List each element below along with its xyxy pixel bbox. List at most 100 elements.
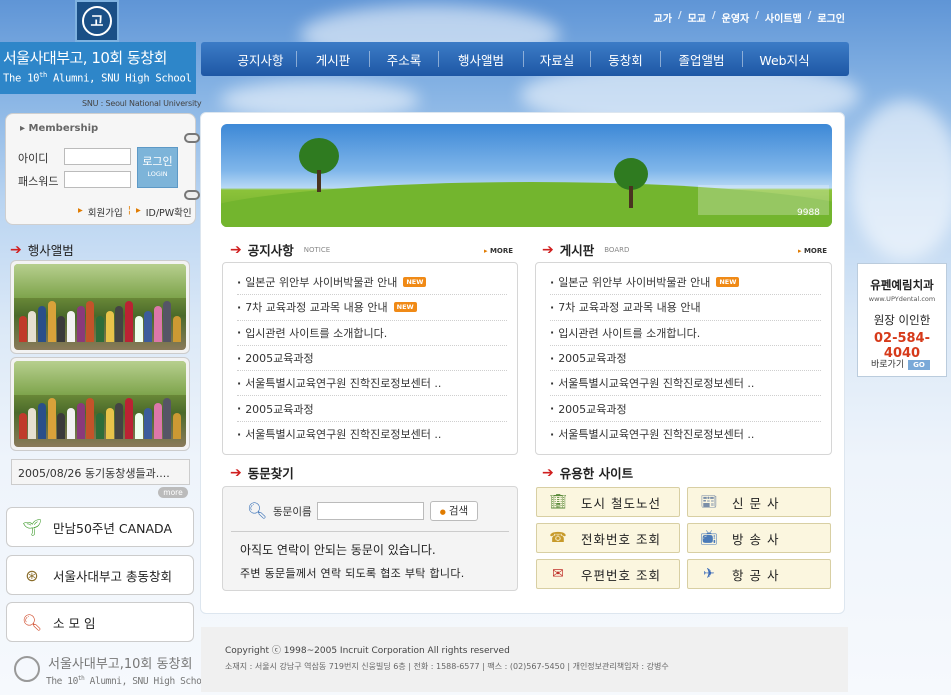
search-button[interactable]: 검색 (430, 501, 478, 521)
site-link-label: 도시 철도노선 (581, 495, 661, 511)
clip-decoration (184, 190, 200, 200)
list-item-title: 입시관련 사이트를 소개합니다. (245, 326, 388, 340)
util-link[interactable]: 교가 (654, 10, 672, 25)
ad-go-link[interactable]: 바로가기 GO (871, 357, 930, 370)
list-item-title: 2005교육과정 (558, 402, 627, 416)
alumni-name-label: 동문이름 (273, 506, 312, 518)
nav-item[interactable]: 자료실 (524, 50, 590, 69)
nav-item[interactable]: 졸업앨범 (661, 50, 742, 69)
password-input[interactable] (64, 171, 131, 188)
notice-heading: ➔ 공지사항 NOTICE (230, 241, 331, 259)
nav-item[interactable]: Web지식 (743, 50, 826, 69)
list-item[interactable]: 7차 교육과정 교과목 내용 안내 NEW (237, 295, 507, 321)
broadcast-icon: 📺︎ (700, 530, 718, 546)
tree-decoration (299, 138, 339, 192)
list-item[interactable]: 2005교육과정 (237, 396, 507, 422)
site-link-label: 전화번호 조회 (581, 531, 661, 547)
nav-item[interactable]: 동창회 (591, 50, 660, 69)
site-link-button[interactable]: ☎ 전화번호 조회 (536, 523, 680, 553)
list-item[interactable]: 2005교육과정 (550, 346, 821, 372)
find-message-2: 주변 동문들께서 연락 되도록 협조 부탁 합니다. (240, 567, 465, 580)
album-photo-1[interactable] (10, 260, 190, 354)
separator: / (712, 10, 716, 21)
login-links: ▸ 회원가입 ¦ ▸ ID/PW확인 (78, 205, 192, 219)
nav-item[interactable]: 행사앨범 (439, 50, 523, 69)
list-item[interactable]: 일본군 위안부 사이버박물관 안내 NEW (550, 270, 821, 296)
useful-sites-heading: ➔ 유용한 사이트 (542, 464, 634, 482)
site-link-label: 신 문 사 (732, 495, 780, 511)
nav-item[interactable]: 게시판 (297, 50, 369, 69)
nav-item[interactable]: 주소록 (370, 50, 438, 69)
school-emblem-logo[interactable]: 고 (75, 0, 119, 42)
board-list: 일본군 위안부 사이버박물관 안내 NEW 7차 교육과정 교과목 내용 안내입시관… (535, 262, 832, 455)
membership-heading: ▸ Membership (20, 123, 99, 134)
album-more-button[interactable]: more (158, 487, 188, 498)
list-item[interactable]: 일본군 위안부 사이버박물관 안내 NEW (237, 270, 507, 296)
airplane-icon: ✈ (703, 566, 715, 582)
list-item[interactable]: 7차 교육과정 교과목 내용 안내 (550, 295, 821, 321)
list-item[interactable]: 입시관련 사이트를 소개합니다. (550, 321, 821, 346)
board-more-link[interactable]: MORE (798, 247, 827, 255)
album-photo-2[interactable] (10, 357, 190, 451)
board-heading: ➔ 게시판 BOARD (542, 241, 630, 259)
list-item-title: 7차 교육과정 교과목 내용 안내 (558, 301, 701, 315)
list-item-title: 서울특별시교육연구원 진학진로정보센터 .. (558, 428, 755, 442)
find-alumni-box: 🔍︎ 동문이름 검색 아직도 연락이 안되는 동문이 있습니다. 주변 동문들께… (222, 486, 518, 591)
plant-icon: 🌱︎ (21, 517, 43, 537)
address-text: 소재지 : 서울시 강남구 역삼동 719번지 신웅빌딩 6층 | 전화 : 1… (225, 662, 669, 671)
dental-ad-banner[interactable]: 유펜예림치과 www.UPYdental.com 원장 이인한 02-584-4… (857, 263, 947, 377)
nav-item[interactable]: 공지사항 (225, 50, 296, 69)
id-label: 아이디 (18, 152, 49, 165)
list-item-title: 입시관련 사이트를 소개합니다. (558, 326, 701, 340)
alumni-name-input[interactable] (317, 502, 424, 520)
arrow-icon: ➔ (542, 241, 554, 258)
find-alumni-heading: ➔ 동문찾기 (230, 464, 294, 482)
site-link-button[interactable]: 📰︎ 신 문 사 (687, 487, 831, 517)
emblem-icon (14, 656, 40, 682)
join-link[interactable]: 회원가입 (88, 205, 123, 219)
separator: / (755, 10, 759, 21)
list-item-title: 일본군 위안부 사이버박물관 안내 (245, 276, 398, 290)
id-input[interactable] (64, 148, 131, 165)
snu-caption: SNU : Seoul National University (82, 99, 202, 108)
list-item[interactable]: 서울특별시교육연구원 진학진로정보센터 .. (237, 371, 507, 397)
login-button[interactable]: 로그인 LOGIN (137, 147, 178, 188)
quick-link[interactable]: 🌱︎ 만남50주년 CANADA (6, 507, 194, 547)
list-item[interactable]: 입시관련 사이트를 소개합니다. (237, 321, 507, 346)
quick-link[interactable]: ⊛ 서울사대부고 총동창회 (6, 555, 194, 595)
list-item-title: 서울특별시교육연구원 진학진로정보센터 .. (245, 428, 442, 442)
quick-link[interactable]: 🔍︎ 소 모 임 (6, 602, 194, 642)
new-badge: NEW (393, 302, 417, 313)
emblem-icon: 고 (82, 6, 112, 36)
list-item[interactable]: 서울특별시교육연구원 진학진로정보센터 .. (237, 422, 507, 447)
new-badge: NEW (716, 277, 740, 288)
album-caption[interactable]: 2005/08/26 동기동창생들과.... (11, 459, 190, 485)
ad-clinic-name: 유펜예림치과 (870, 278, 934, 292)
main-navigation: 공지사항 게시판 주소록 행사앨범 자료실 동창회 졸업앨범 Web지식 (201, 42, 849, 76)
util-link[interactable]: 모교 (688, 10, 706, 25)
site-link-button[interactable]: ✉ 우편번호 조회 (536, 559, 680, 589)
site-link-button[interactable]: ✈ 항 공 사 (687, 559, 831, 589)
list-item[interactable]: 서울특별시교육연구원 진학진로정보센터 .. (550, 422, 821, 447)
util-link[interactable]: 사이트맵 (765, 10, 802, 25)
building-icon: 🏢︎ (549, 494, 567, 510)
list-item[interactable]: 서울특별시교육연구원 진학진로정보센터 .. (550, 371, 821, 397)
footer-logo: 서울사대부고,10회 동창회 The 10th Alumni, SNU High… (14, 653, 212, 687)
site-title[interactable]: 서울사대부고, 10회 동창회 The 10th Alumni, SNU Hig… (0, 42, 196, 94)
emblem-icon: ⊛ (25, 565, 39, 585)
site-link-button[interactable]: 📺︎ 방 송 사 (687, 523, 831, 553)
list-item[interactable]: 2005교육과정 (237, 346, 507, 372)
notice-more-link[interactable]: MORE (484, 247, 513, 255)
util-link[interactable]: 로그인 (817, 10, 845, 25)
notice-list: 일본군 위안부 사이버박물관 안내 NEW 7차 교육과정 교과목 내용 안내 NEW… (222, 262, 518, 455)
clip-decoration (184, 133, 200, 143)
phone-icon: ☎ (549, 530, 567, 546)
site-link-label: 항 공 사 (732, 567, 780, 583)
quick-link-label: 소 모 임 (53, 615, 96, 631)
site-link-button[interactable]: 🏢︎ 도시 철도노선 (536, 487, 680, 517)
tree-decoration (614, 158, 648, 208)
quick-link-label: 만남50주년 CANADA (53, 520, 173, 536)
list-item[interactable]: 2005교육과정 (550, 396, 821, 422)
util-link[interactable]: 운영자 (722, 10, 750, 25)
find-id-pw-link[interactable]: ID/PW확인 (146, 205, 192, 219)
